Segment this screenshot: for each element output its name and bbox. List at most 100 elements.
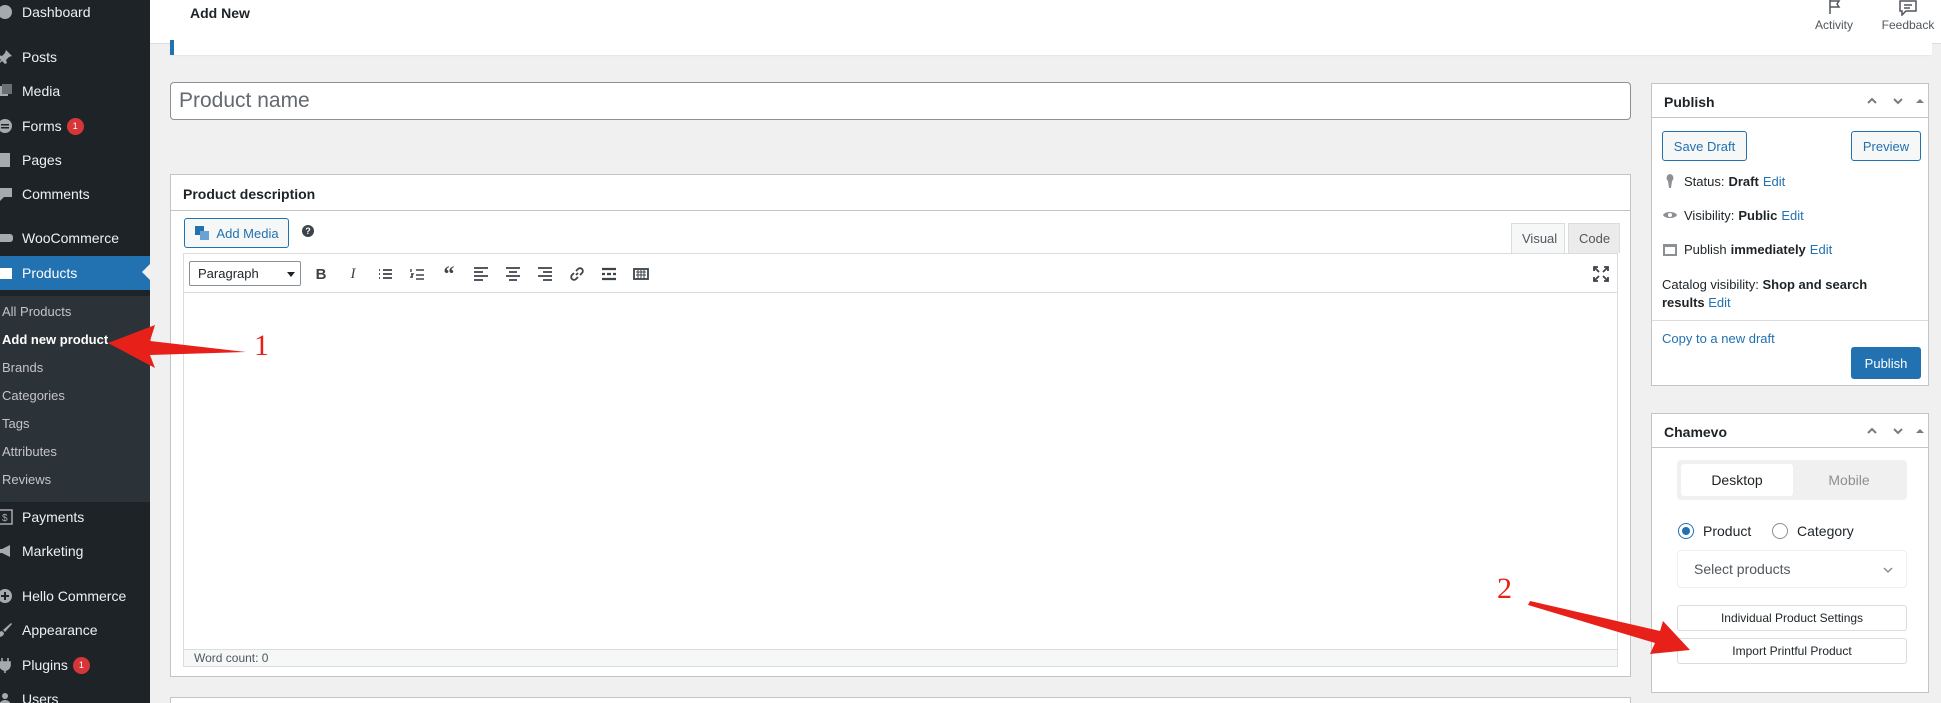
plugins-badge: 1 <box>72 656 90 674</box>
product-description-box: Product description Add Media ? Visual C… <box>170 174 1631 677</box>
collapse-icon[interactable] <box>1912 423 1928 439</box>
admin-sidebar: Dashboard Posts Media Forms 1 Pages Comm… <box>0 0 150 703</box>
sidebar-item-label: Products <box>22 265 78 281</box>
sidebar-item-hello-commerce[interactable]: Hello Commerce <box>0 580 150 612</box>
sidebar-item-comments[interactable]: Comments <box>0 178 150 210</box>
numbered-list-icon[interactable] <box>405 262 429 286</box>
mobile-tab[interactable]: Mobile <box>1793 464 1905 496</box>
feedback-button[interactable]: Feedback <box>1878 0 1938 32</box>
sidebar-item-payments[interactable]: $ Payments <box>0 501 150 533</box>
help-icon[interactable]: ? <box>302 225 314 237</box>
visibility-value: Public <box>1738 207 1778 223</box>
submenu-brands[interactable]: Brands <box>2 360 43 375</box>
sidebar-item-media[interactable]: Media <box>0 75 150 107</box>
edit-visibility-link[interactable]: Edit <box>1781 208 1803 223</box>
sidebar-item-plugins[interactable]: Plugins 1 <box>0 649 150 681</box>
visibility-label: Visibility: <box>1684 207 1735 223</box>
status-label: Status: <box>1684 173 1725 189</box>
sidebar-item-label: Plugins <box>22 657 68 673</box>
import-printful-product-button[interactable]: Import Printful Product <box>1677 638 1907 664</box>
bold-icon[interactable]: B <box>309 262 333 286</box>
publish-header: Publish <box>1652 84 1928 118</box>
description-title: Product description <box>183 186 316 202</box>
desktop-tab[interactable]: Desktop <box>1681 464 1793 496</box>
align-right-icon[interactable] <box>533 262 557 286</box>
sidebar-item-pages[interactable]: Pages <box>0 144 150 176</box>
edit-status-link[interactable]: Edit <box>1763 174 1785 189</box>
product-name-input[interactable] <box>170 82 1631 120</box>
chamevo-box: Chamevo Desktop Mobile Product Category … <box>1651 413 1929 693</box>
read-more-icon[interactable] <box>597 262 621 286</box>
comment-icon <box>0 185 14 203</box>
annotation-number-1: 1 <box>254 329 269 362</box>
activity-button[interactable]: Activity <box>1804 0 1864 32</box>
sidebar-item-marketing[interactable]: Marketing <box>0 535 150 567</box>
submenu-add-new-product[interactable]: Add new product <box>2 332 108 347</box>
sidebar-item-users[interactable]: Users <box>0 683 150 703</box>
tab-code[interactable]: Code <box>1568 223 1620 253</box>
format-select[interactable]: Paragraph <box>189 261 301 286</box>
woo-icon <box>0 229 14 247</box>
save-draft-button[interactable]: Save Draft <box>1662 131 1747 161</box>
product-radio[interactable]: Product <box>1678 523 1751 539</box>
submenu-attributes[interactable]: Attributes <box>2 444 57 459</box>
sidebar-item-dashboard[interactable]: Dashboard <box>0 0 150 28</box>
sidebar-item-appearance[interactable]: Appearance <box>0 614 150 646</box>
chamevo-title: Chamevo <box>1664 424 1728 440</box>
media-icon <box>0 82 14 100</box>
tab-visual[interactable]: Visual <box>1511 223 1565 253</box>
edit-publish-date-link[interactable]: Edit <box>1810 242 1832 257</box>
category-radio[interactable]: Category <box>1772 523 1854 539</box>
users-icon <box>0 690 14 703</box>
editor-toolbar: Paragraph B I “ <box>183 253 1618 293</box>
toolbar-toggle-icon[interactable] <box>629 262 653 286</box>
sidebar-item-label: Users <box>22 691 59 703</box>
sidebar-item-woocommerce[interactable]: WooCommerce <box>0 222 150 254</box>
sidebar-item-forms[interactable]: Forms 1 <box>0 110 150 142</box>
submenu-all-products[interactable]: All Products <box>2 304 71 319</box>
preview-button[interactable]: Preview <box>1851 131 1921 161</box>
forms-badge: 1 <box>66 117 84 135</box>
chevron-up-icon[interactable] <box>1864 93 1880 109</box>
visibility-row: Visibility: Public Edit <box>1662 207 1804 223</box>
category-radio-label: Category <box>1797 523 1854 539</box>
individual-product-settings-button[interactable]: Individual Product Settings <box>1677 605 1907 631</box>
caret-down-icon <box>287 272 295 277</box>
page-title: Add New <box>190 5 250 21</box>
align-left-icon[interactable] <box>469 262 493 286</box>
add-media-button[interactable]: Add Media <box>184 218 289 248</box>
sidebar-item-label: Hello Commerce <box>22 588 127 604</box>
svg-text:$: $ <box>2 513 8 524</box>
editor-content-area[interactable] <box>183 293 1618 649</box>
flag-icon <box>1829 0 1841 14</box>
sidebar-item-label: Media <box>22 83 61 99</box>
sidebar-item-label: Payments <box>22 509 85 525</box>
product-data-box <box>170 697 1631 703</box>
select-products-dropdown[interactable]: Select products <box>1677 550 1907 588</box>
pages-icon <box>0 151 14 169</box>
align-center-icon[interactable] <box>501 262 525 286</box>
italic-icon[interactable]: I <box>341 262 365 286</box>
copy-to-draft-link[interactable]: Copy to a new draft <box>1662 331 1775 346</box>
sidebar-item-label: Dashboard <box>22 4 91 20</box>
chevron-down-icon[interactable] <box>1890 423 1906 439</box>
sidebar-item-posts[interactable]: Posts <box>0 41 150 73</box>
sidebar-item-products[interactable]: Products <box>0 256 150 290</box>
submenu-reviews[interactable]: Reviews <box>2 472 51 487</box>
fullscreen-icon[interactable] <box>1589 262 1613 286</box>
blockquote-icon[interactable]: “ <box>437 261 461 286</box>
chevron-down-icon[interactable] <box>1890 93 1906 109</box>
sidebar-item-label: WooCommerce <box>22 230 119 246</box>
bulleted-list-icon[interactable] <box>373 262 397 286</box>
sidebar-item-label: Appearance <box>22 622 98 638</box>
publish-button[interactable]: Publish <box>1851 347 1921 379</box>
chevron-up-icon[interactable] <box>1864 423 1880 439</box>
link-icon[interactable] <box>565 262 589 286</box>
catalog-visibility-row: Catalog visibility: Shop and search resu… <box>1662 276 1912 312</box>
submenu-categories[interactable]: Categories <box>2 388 65 403</box>
collapse-icon[interactable] <box>1912 93 1928 109</box>
submenu-tags[interactable]: Tags <box>2 416 29 431</box>
plug-icon <box>0 656 14 674</box>
annotation-number-2: 2 <box>1497 572 1512 605</box>
edit-catalog-link[interactable]: Edit <box>1708 295 1730 310</box>
